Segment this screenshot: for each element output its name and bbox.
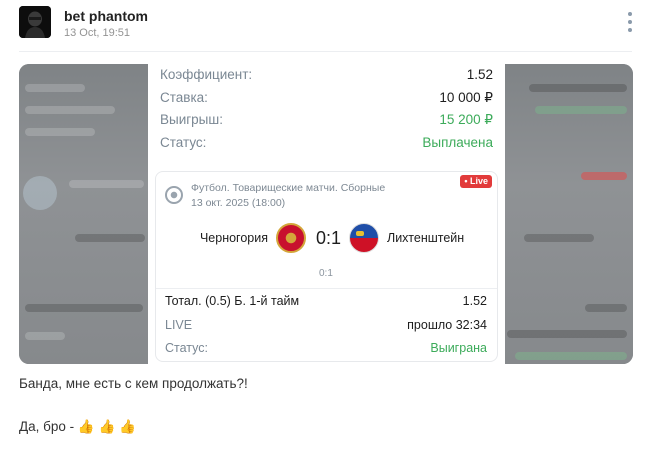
blurred-row <box>535 106 627 114</box>
stake-label: Ставка: <box>160 90 208 105</box>
status-label: Статус: <box>160 135 207 150</box>
channel-avatar[interactable] <box>19 6 51 38</box>
blurred-row <box>529 84 627 92</box>
event-status-label: Статус: <box>165 341 208 355</box>
channel-name[interactable]: bet phantom <box>64 8 148 24</box>
elapsed-time: прошло 32:34 <box>407 318 487 332</box>
team-a-name: Черногория <box>199 231 268 245</box>
blurred-row <box>524 234 594 242</box>
football-icon <box>165 186 183 204</box>
bet-screenshot-image[interactable]: Коэффициент: 1.52 Ставка: 10 000 ₽ Выигр… <box>19 64 633 364</box>
post-text-line-1: Банда, мне есть с кем продолжать?! <box>19 376 248 391</box>
market-label: Тотал. (0.5) Б. 1-й тайм <box>165 294 300 308</box>
coef-value: 1.52 <box>466 67 493 82</box>
blurred-row <box>75 234 145 242</box>
event-status-value: Выиграна <box>430 341 487 355</box>
blurred-row <box>585 304 627 312</box>
kebab-menu-icon[interactable] <box>625 12 635 32</box>
market-value: 1.52 <box>462 294 487 308</box>
bet-receipt: Коэффициент: 1.52 Ставка: 10 000 ₽ Выигр… <box>148 64 505 364</box>
coef-label: Коэффициент: <box>160 67 253 82</box>
event-card: Футбол. Товарищеские матчи. Сборные 13 о… <box>155 171 498 362</box>
blurred-row <box>25 128 95 136</box>
divider <box>19 51 632 52</box>
win-value: 15 200 ₽ <box>439 112 493 127</box>
post-text-line-2: Да, бро - 👍 👍 👍 <box>19 419 136 434</box>
blurred-row <box>25 332 65 340</box>
card-divider <box>156 288 497 289</box>
blurred-row <box>581 172 627 180</box>
status-row: Статус: Выплачена <box>160 135 493 153</box>
post-header: bet phantom 13 Oct, 19:51 <box>19 6 639 46</box>
blurred-row <box>69 180 144 188</box>
hooded-figure-icon <box>19 6 51 38</box>
montenegro-flag-icon <box>276 223 306 253</box>
status-value: Выплачена <box>422 135 493 150</box>
live-label: LIVE <box>165 318 193 332</box>
blurred-row <box>507 330 627 338</box>
blurred-icon <box>23 176 57 210</box>
blurred-row <box>25 106 115 114</box>
post-time: 13 Oct, 19:51 <box>64 27 131 39</box>
blurred-row <box>25 304 143 312</box>
coef-row: Коэффициент: 1.52 <box>160 67 493 85</box>
event-date: 13 окт. 2025 (18:00) <box>191 197 286 209</box>
win-label: Выигрыш: <box>160 112 223 127</box>
match-score: 0:1 <box>316 228 342 248</box>
win-row: Выигрыш: 15 200 ₽ <box>160 112 493 130</box>
stake-value: 10 000 ₽ <box>439 90 493 105</box>
stake-row: Ставка: 10 000 ₽ <box>160 90 493 108</box>
league-name: Футбол. Товарищеские матчи. Сборные <box>191 182 386 194</box>
blurred-row <box>25 84 85 92</box>
team-b-name: Лихтенштейн <box>387 231 465 245</box>
live-badge: • Live <box>460 175 492 188</box>
liechtenstein-flag-icon <box>349 223 379 253</box>
blurred-row <box>515 352 627 360</box>
period-score: 0:1 <box>319 268 333 279</box>
